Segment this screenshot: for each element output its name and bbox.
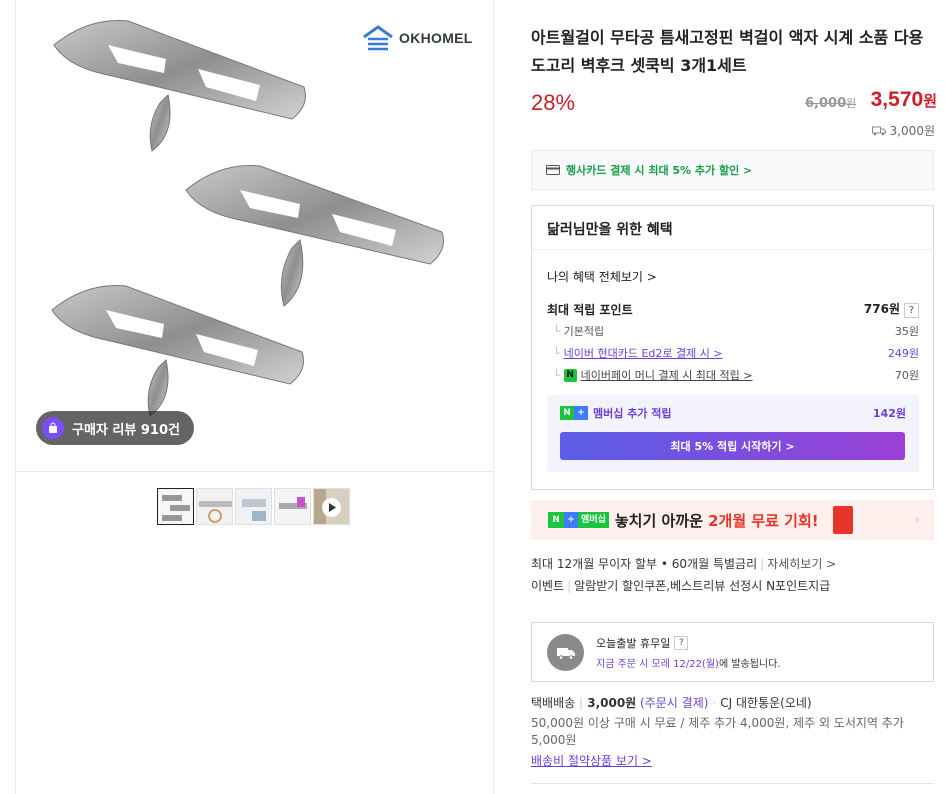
- promo-badge-label: 멤버십: [578, 512, 609, 528]
- membership-value: 142원: [872, 407, 906, 420]
- main-product-image[interactable]: OKHOMEL 구매자 리뷰 910건: [16, 0, 493, 472]
- points-row-label: 기본적립: [563, 325, 605, 338]
- promo-text-main: 놓치기 아까운: [614, 511, 709, 530]
- shipping-saver-link[interactable]: 배송비 절약상품 보기 >: [531, 752, 652, 769]
- original-price-value: 6,000: [805, 96, 847, 111]
- branch-icon: └: [553, 346, 560, 360]
- max-points-row: 최대 적립 포인트 776원?: [547, 300, 919, 318]
- promo-text-highlight: 2개월 무료 기회!: [708, 511, 819, 530]
- branch-icon: └: [553, 324, 560, 338]
- max-points-label: 최대 적립 포인트: [547, 302, 633, 317]
- thumbnail-video[interactable]: [313, 488, 350, 525]
- separator: |: [760, 557, 765, 571]
- discount-rate: 28%: [531, 90, 576, 115]
- shipping-note: 50,000원 이상 구매 시 무료 / 제주 추가 4,000원, 제주 외 …: [531, 716, 904, 747]
- separator: |: [579, 696, 584, 710]
- points-row-label[interactable]: 네이버페이 머니 결제 시 최대 적립 >: [581, 367, 753, 383]
- help-icon[interactable]: ?: [904, 303, 919, 318]
- brand-logo: OKHOMEL: [361, 25, 473, 51]
- benefit-heading: 닮러님만을 위한 혜택: [532, 206, 933, 250]
- delivery-title: 오늘출발 휴무일?: [596, 635, 689, 651]
- max-points-value: 776원: [863, 302, 900, 316]
- divider: [531, 783, 934, 784]
- installment-info: 최대 12개월 무이자 할부 • 60개월 특별금리 | 자세히보기 >: [531, 555, 836, 572]
- truck-icon: [547, 634, 584, 671]
- hook-clip-image: [53, 20, 306, 152]
- shipping-fee-amount: 3,000원: [587, 696, 637, 710]
- promo-text: 놓치기 아까운 2개월 무료 기회!: [615, 510, 819, 531]
- brand-name: OKHOMEL: [399, 30, 473, 46]
- sale-price-currency: 원: [923, 92, 937, 110]
- sale-price: 3,570원: [871, 88, 937, 112]
- branch-icon: └: [553, 368, 560, 382]
- delivery-sub-rest: 에 발송됩니다.: [718, 659, 781, 670]
- review-count-badge[interactable]: 구매자 리뷰 910건: [36, 411, 194, 445]
- points-row-value: 35원: [894, 325, 919, 338]
- thumbnail-1[interactable]: [157, 488, 194, 525]
- shipping-summary: 택배배송 | 3,000원 (주문시 결제) · CJ 대한통운(오네): [531, 694, 812, 711]
- product-gallery: OKHOMEL 구매자 리뷰 910건: [15, 0, 494, 794]
- thumbnail-4[interactable]: [274, 488, 311, 525]
- view-all-benefits-link[interactable]: 나의 혜택 전체보기 >: [547, 268, 657, 285]
- naver-pay-icon: N: [563, 368, 577, 382]
- installment-details-link[interactable]: 자세히보기 >: [767, 557, 836, 571]
- thumbnail-strip: [157, 488, 350, 525]
- separator: ·: [712, 696, 717, 710]
- separator: |: [567, 579, 572, 593]
- play-icon: [322, 498, 341, 517]
- review-count-label: 구매자 리뷰 910건: [72, 422, 180, 438]
- membership-row: N + 멤버십 추가 적립 142원: [560, 405, 906, 421]
- delivery-truck-icon: [871, 126, 886, 135]
- membership-card-icon: [832, 506, 853, 534]
- delivery-date: 지금 주문 시 모레 12/22(월): [596, 659, 719, 670]
- hook-clip-image: [51, 285, 304, 417]
- sale-price-value: 3,570: [870, 88, 924, 111]
- benefit-panel: 닮러님만을 위한 혜택 나의 혜택 전체보기 > 최대 적립 포인트 776원?…: [531, 205, 934, 490]
- event-label: 이벤트: [531, 579, 565, 593]
- points-row-basic: └ 기본적립 35원: [547, 323, 919, 339]
- card-discount-link[interactable]: 행사카드 결제 시 최대 5% 추가 할인 >: [531, 150, 934, 190]
- shipping-method: 택배배송: [531, 696, 576, 710]
- thumbnail-2[interactable]: [196, 488, 233, 525]
- installment-text: 최대 12개월 무이자 할부 • 60개월 특별금리: [531, 557, 758, 571]
- chevron-right-icon: ›: [914, 512, 920, 528]
- points-row-npay[interactable]: └ N 네이버페이 머니 결제 시 최대 적립 > 70원: [547, 367, 919, 383]
- shipping-fee-value: 3,000원: [889, 124, 935, 138]
- start-points-button[interactable]: 최대 5% 적립 시작하기 >: [560, 432, 905, 460]
- original-price: 6,000원: [805, 95, 856, 111]
- delivery-subtitle: 지금 주문 시 모레 12/22(월)에 발송됩니다.: [596, 655, 781, 670]
- credit-card-icon: [546, 165, 560, 175]
- points-row-card[interactable]: └ 네이버 현대카드 Ed2로 결제 시 > 249원: [547, 345, 919, 361]
- event-info: 이벤트 | 알람받기 할인쿠폰,베스트리뷰 선정시 N포인트지급: [531, 577, 830, 594]
- delivery-schedule-box: 오늘출발 휴무일? 지금 주문 시 모레 12/22(월)에 발송됩니다.: [531, 622, 934, 682]
- membership-promo-banner[interactable]: N + 멤버십 놓치기 아까운 2개월 무료 기회! ›: [531, 500, 934, 540]
- points-row-value: 249원: [887, 347, 919, 360]
- delivery-title-text: 오늘출발 휴무일: [596, 637, 671, 650]
- shopping-bag-icon: [42, 417, 64, 439]
- membership-box: N + 멤버십 추가 적립 142원 최대 5% 적립 시작하기 >: [547, 395, 919, 472]
- membership-label: 멤버십 추가 적립: [593, 407, 672, 420]
- thumbnail-3[interactable]: [235, 488, 272, 525]
- points-row-label[interactable]: 네이버 현대카드 Ed2로 결제 시 >: [564, 345, 723, 361]
- house-logo-icon: [363, 25, 393, 51]
- help-icon[interactable]: ?: [674, 636, 689, 650]
- shipping-carrier: CJ 대한통운(오네): [720, 696, 812, 710]
- points-row-value: 70원: [894, 369, 919, 382]
- event-text: 알람받기 할인쿠폰,베스트리뷰 선정시 N포인트지급: [574, 579, 831, 593]
- naver-plus-membership-badge: N + 멤버십: [548, 512, 609, 528]
- original-price-currency: 원: [846, 97, 857, 110]
- max-points-value-wrap: 776원?: [864, 300, 919, 318]
- card-discount-label: 행사카드 결제 시 최대 5% 추가 할인 >: [566, 164, 753, 177]
- shipping-fee: 3,000원: [871, 122, 935, 139]
- product-title: 아트월걸이 무타공 틈새고정핀 벽걸이 액자 시계 소품 다용도고리 벽후크 셋…: [531, 28, 924, 75]
- shipping-payment: (주문시 결제): [640, 696, 709, 710]
- naver-plus-icon: N +: [560, 406, 588, 420]
